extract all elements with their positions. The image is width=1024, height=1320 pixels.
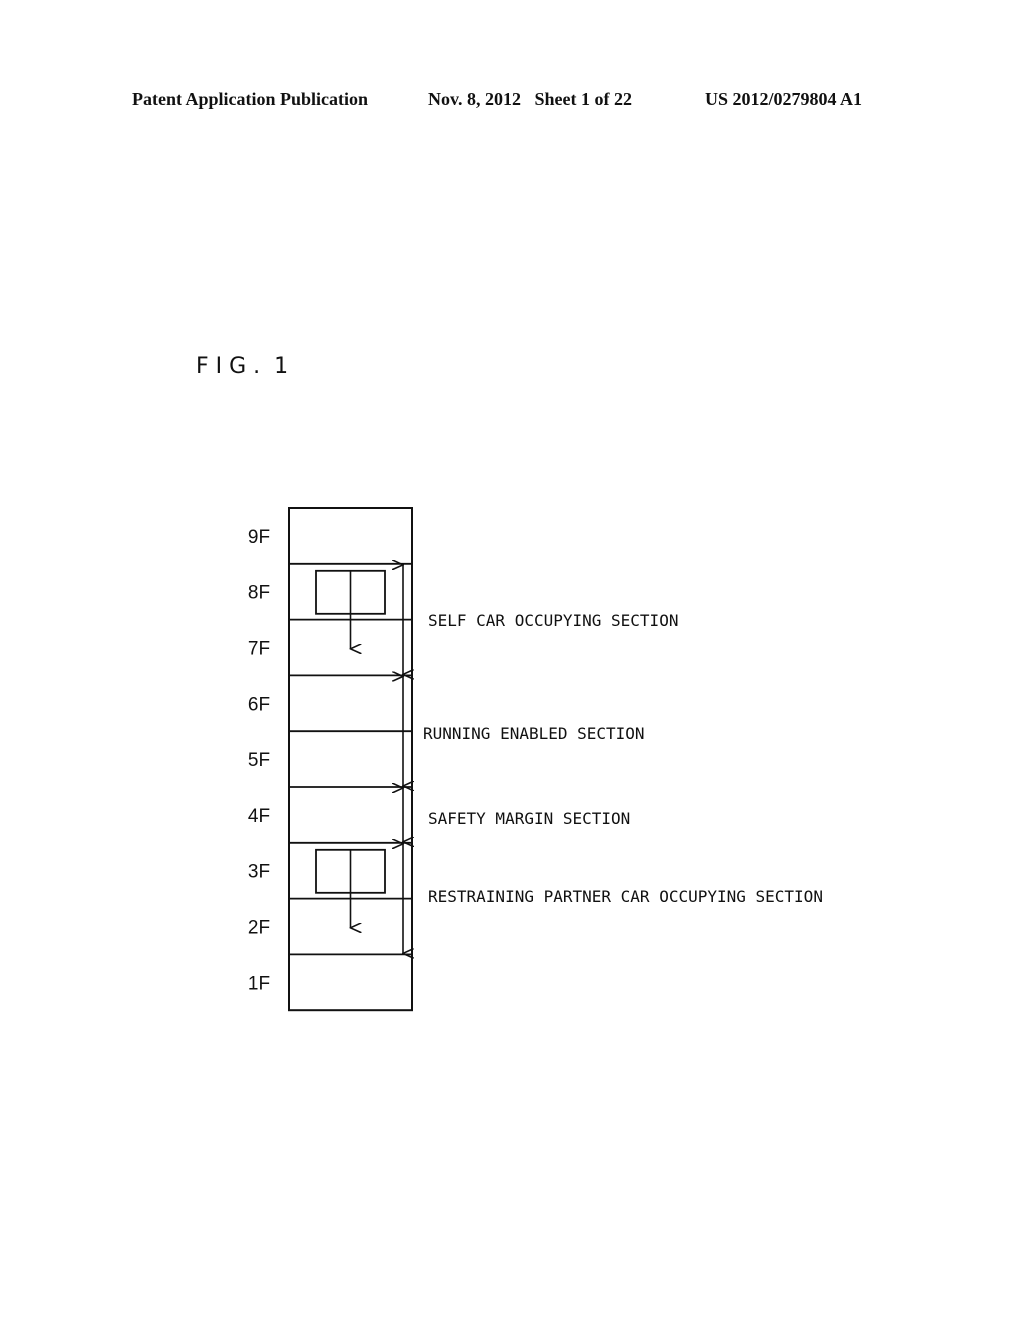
floor-label: 9F [248, 527, 270, 548]
section-label: RUNNING ENABLED SECTION [423, 724, 645, 743]
floor-label: 6F [248, 694, 270, 715]
floor-label: 8F [248, 583, 270, 604]
section-label: RESTRAINING PARTNER CAR OCCUPYING SECTIO… [428, 887, 823, 906]
floor-label: 2F [248, 918, 270, 939]
section-label: SAFETY MARGIN SECTION [428, 809, 630, 828]
floor-label: 3F [248, 862, 270, 883]
floor-label: 7F [248, 639, 270, 660]
section-label: SELF CAR OCCUPYING SECTION [428, 611, 678, 630]
floor-label: 5F [248, 750, 270, 771]
floor-label: 1F [248, 973, 270, 994]
floor-label: 4F [248, 806, 270, 827]
elevator-shaft-diagram: 9F 8F 7F 6F 5F 4F 3F 2F 1F SELF CAR OCCUPYING SEC… [248, 507, 823, 1012]
